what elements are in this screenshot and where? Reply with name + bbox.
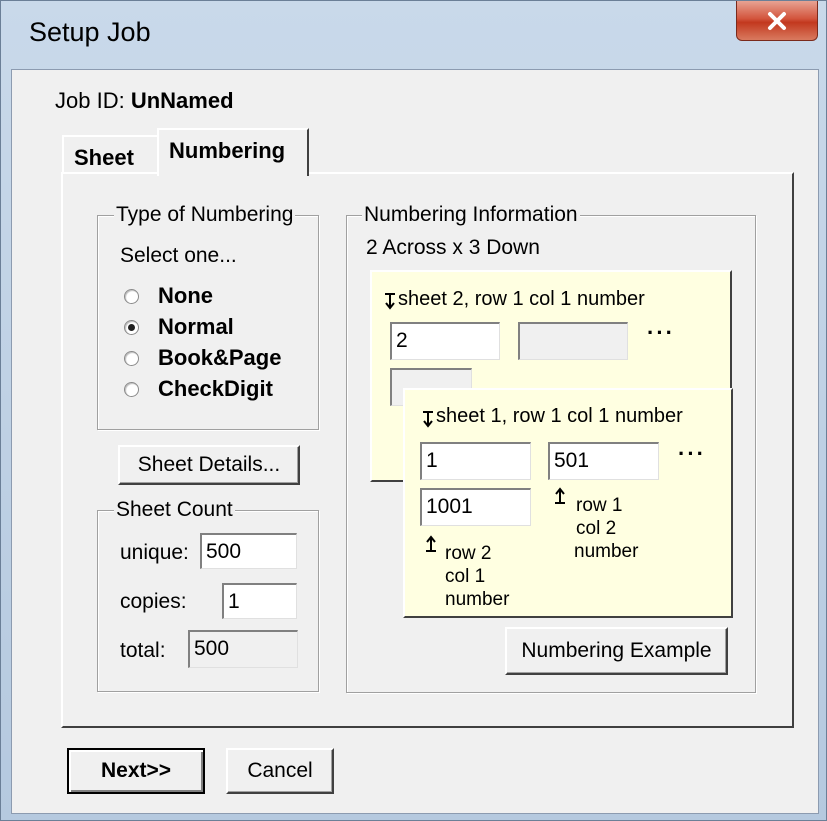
close-button[interactable] xyxy=(736,1,818,41)
radio-none[interactable] xyxy=(124,289,139,304)
sheet-1-more-ellipsis: ··· xyxy=(678,441,706,466)
type-of-numbering-title: Type of Numbering xyxy=(114,203,296,227)
sheet-2-row1-col1-field[interactable]: 2 xyxy=(390,322,500,360)
down-arrow-icon xyxy=(385,293,395,310)
cancel-button[interactable]: Cancel xyxy=(226,748,334,794)
job-id-value: UnNamed xyxy=(130,88,234,113)
job-id-label: Job ID: UnNamed xyxy=(55,88,234,113)
numbering-example-button[interactable]: Numbering Example xyxy=(505,627,728,675)
radio-book-page[interactable] xyxy=(124,351,139,366)
unique-input[interactable]: 500 xyxy=(200,533,297,569)
radio-check-digit-label[interactable]: CheckDigit xyxy=(158,376,273,402)
sheet-1-row2-col1-field[interactable]: 1001 xyxy=(420,488,531,526)
radio-book-page-label[interactable]: Book&Page xyxy=(158,345,281,371)
copies-input[interactable]: 1 xyxy=(222,583,297,619)
title-bar[interactable]: Setup Job xyxy=(1,1,827,69)
window-title: Setup Job xyxy=(29,17,151,47)
sheet-2-caption: sheet 2, row 1 col 1 number xyxy=(398,288,645,310)
unique-label: unique: xyxy=(120,541,189,564)
radio-normal[interactable] xyxy=(124,320,139,335)
sheet-details-button[interactable]: Sheet Details... xyxy=(118,445,300,485)
sheet-1-row1-col1-field[interactable]: 1 xyxy=(420,442,531,480)
tab-sheet[interactable]: Sheet xyxy=(62,135,158,174)
row2-col1-note: row 2 col 1 number xyxy=(445,543,510,610)
row1-col2-note: row 1 col 2 number xyxy=(574,495,639,562)
next-button[interactable]: Next>> xyxy=(67,748,205,794)
radio-check-digit[interactable] xyxy=(124,382,139,397)
up-arrow-icon xyxy=(426,535,436,552)
close-icon xyxy=(768,11,786,30)
sheet-2-row1-col2-field xyxy=(518,322,628,360)
radio-normal-label[interactable]: Normal xyxy=(158,314,234,340)
total-label: total: xyxy=(120,639,166,662)
radio-none-label[interactable]: None xyxy=(158,283,213,309)
sheet-2-more-ellipsis: ··· xyxy=(647,320,675,345)
down-arrow-icon xyxy=(423,411,433,428)
sheet-1-caption: sheet 1, row 1 col 1 number xyxy=(436,405,683,427)
layout-summary: 2 Across x 3 Down xyxy=(366,236,540,259)
sheet-1-row1-col2-field[interactable]: 501 xyxy=(548,442,659,480)
total-field: 500 xyxy=(188,630,298,668)
tab-numbering[interactable]: Numbering xyxy=(157,128,309,176)
select-one-prompt: Select one... xyxy=(120,244,237,267)
sheet-count-title: Sheet Count xyxy=(114,498,235,522)
copies-label: copies: xyxy=(120,590,187,613)
numbering-information-title: Numbering Information xyxy=(362,203,580,227)
up-arrow-icon xyxy=(555,487,565,504)
